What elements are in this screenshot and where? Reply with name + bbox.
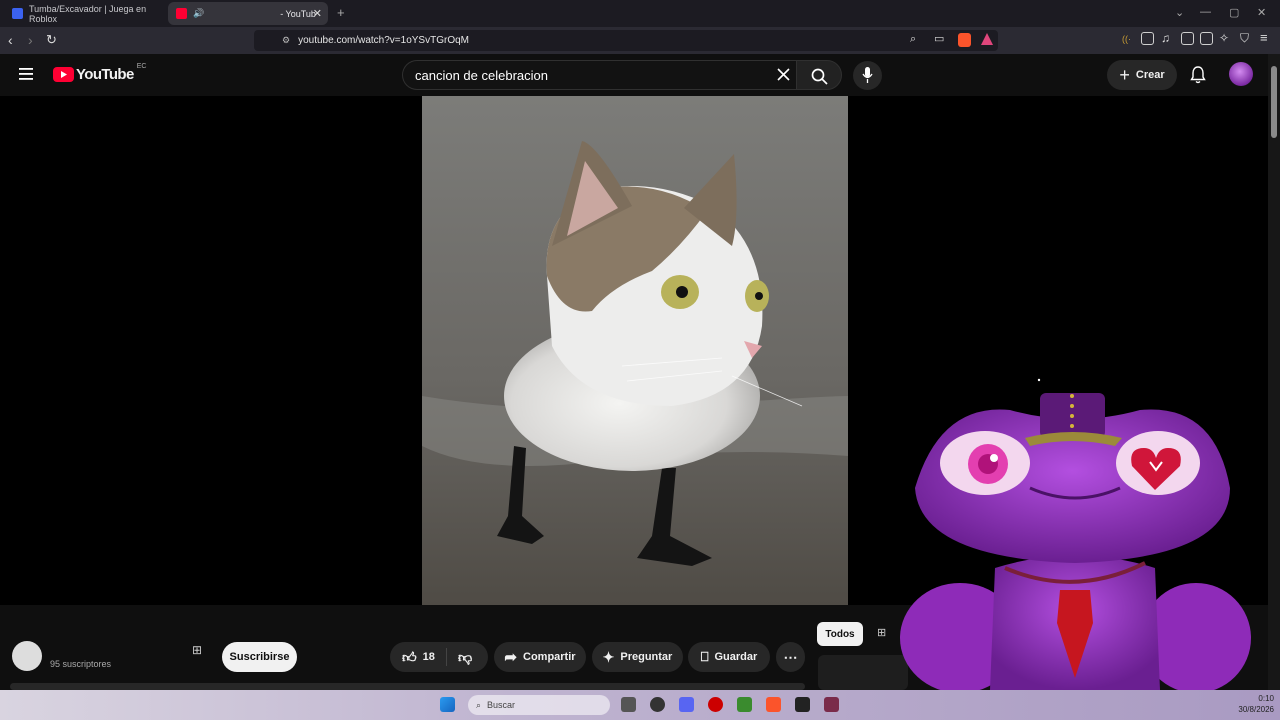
- minimize-icon[interactable]: —: [1200, 6, 1211, 18]
- zoom-icon[interactable]: ⌕: [910, 33, 916, 46]
- like-divider: [446, 648, 447, 666]
- wallet-icon[interactable]: [1200, 32, 1213, 45]
- menu-icon[interactable]: ≡: [1260, 30, 1268, 45]
- tab-title: - YouTub: [280, 8, 316, 19]
- address-bar[interactable]: ⚙ youtube.com/watch?v=1oYSvTGrOqM ⌕ ▭: [254, 30, 998, 51]
- extensions-icon[interactable]: [1141, 32, 1154, 45]
- maximize-icon[interactable]: ▢: [1229, 6, 1239, 19]
- like-dislike-group: 👍︎ 18 👎︎: [390, 642, 488, 672]
- sidebar-icon[interactable]: [1181, 32, 1194, 45]
- audio-extension-icon[interactable]: ((·: [1122, 34, 1131, 44]
- youtube-logo[interactable]: YouTube EC: [53, 63, 147, 83]
- discord-icon[interactable]: [679, 697, 694, 712]
- cat-bird-image: [422, 96, 848, 605]
- like-count[interactable]: 18: [423, 651, 435, 663]
- cast-icon[interactable]: ▭: [934, 32, 944, 45]
- taskbar-search-placeholder: Buscar: [487, 700, 516, 710]
- share-label: Compartir: [523, 651, 576, 663]
- speaker-icon[interactable]: 🔊: [193, 8, 204, 19]
- subscribe-button[interactable]: Suscribirse: [222, 642, 297, 672]
- new-tab-icon[interactable]: +: [337, 5, 345, 20]
- scrollbar-thumb[interactable]: [1271, 66, 1277, 138]
- brave-taskbar-icon[interactable]: [766, 697, 781, 712]
- roblox-favicon-icon: [12, 8, 23, 19]
- taskbar-search-icon: ⌕: [476, 699, 482, 710]
- comment-strip: [10, 683, 805, 690]
- save-label: Guardar: [714, 651, 758, 663]
- account-avatar[interactable]: [1229, 62, 1253, 86]
- media-icon[interactable]: ♫: [1161, 31, 1170, 45]
- youtube-play-logo-icon: [53, 67, 74, 82]
- search-input[interactable]: cancion de celebracion: [402, 60, 796, 90]
- leo-ai-icon[interactable]: ✧: [1219, 31, 1229, 45]
- subscribe-label: Suscribirse: [229, 651, 290, 663]
- create-button[interactable]: + Crear: [1107, 60, 1177, 90]
- save-button[interactable]: ⎕ Guardar: [688, 642, 770, 672]
- clear-search-icon[interactable]: [777, 68, 790, 81]
- capcut-icon[interactable]: [795, 697, 810, 712]
- video-frame: [422, 96, 848, 605]
- tab-list-icon[interactable]: ⌄: [1175, 6, 1184, 19]
- subscriber-count: 95 suscriptores: [50, 659, 112, 669]
- minecraft-icon[interactable]: [737, 697, 752, 712]
- hamburger-menu-icon[interactable]: [19, 68, 33, 80]
- like-icon[interactable]: 👍︎: [402, 649, 417, 666]
- ask-button[interactable]: ✦ Preguntar: [592, 642, 683, 672]
- sparkle-icon: ✦: [602, 648, 615, 665]
- close-window-icon[interactable]: ✕: [1257, 6, 1266, 19]
- youtube-header: YouTube EC cancion de celebracion + Crea…: [0, 54, 1268, 96]
- frog-avatar-overlay: [900, 378, 1251, 690]
- vtuber-app-icon[interactable]: [824, 697, 839, 712]
- filter-chip-all[interactable]: Todos: [817, 622, 863, 646]
- clock-date[interactable]: 30/8/2026: [1222, 705, 1274, 714]
- search-button[interactable]: [796, 60, 842, 90]
- brave-shields-icon[interactable]: [958, 33, 971, 47]
- more-options-icon: ⋯: [783, 648, 798, 665]
- search-icon: [811, 68, 828, 85]
- filter-chip-icon[interactable]: ⊞: [877, 626, 886, 639]
- page-scrollbar[interactable]: [1268, 54, 1280, 690]
- notifications-bell-icon[interactable]: [1190, 66, 1206, 84]
- brave-rewards-icon[interactable]: [981, 33, 993, 45]
- clock-time[interactable]: 0:10: [1240, 694, 1274, 703]
- back-icon[interactable]: ‹: [8, 31, 13, 49]
- close-tab-icon[interactable]: ✕: [313, 7, 322, 20]
- share-icon: ➦: [504, 649, 517, 666]
- site-info-icon[interactable]: ⚙: [282, 35, 290, 46]
- start-icon[interactable]: [440, 697, 455, 712]
- more-actions-button[interactable]: ⋯: [776, 642, 805, 672]
- plus-icon: +: [1119, 64, 1130, 85]
- windows-taskbar: ⌕ Buscar 0:10 30/8/2026: [0, 690, 1280, 720]
- channel-avatar[interactable]: [12, 641, 42, 671]
- browser-toolbar: ‹ › ↻ 🔖 ⚙ youtube.com/watch?v=1oYSvTGrOq…: [0, 27, 1280, 54]
- reload-icon[interactable]: ↻: [46, 31, 57, 49]
- save-playlist-icon: ⎕: [700, 649, 709, 664]
- members-icon[interactable]: ⊞: [192, 643, 202, 657]
- obs-icon[interactable]: [650, 697, 665, 712]
- browser-tab-strip: Tumba/Excavador | Juega en Roblox 🔊 - Yo…: [0, 0, 1280, 27]
- create-label: Crear: [1135, 69, 1165, 81]
- youtube-wordmark: YouTube: [76, 66, 134, 83]
- recommended-video-thumbnail[interactable]: [818, 655, 908, 690]
- taskbar-search[interactable]: ⌕ Buscar: [468, 695, 610, 715]
- tab-title: Tumba/Excavador | Juega en Roblox: [29, 3, 147, 24]
- tab-youtube[interactable]: 🔊 - YouTub ✕: [168, 2, 328, 25]
- task-view-icon[interactable]: [621, 697, 636, 712]
- red-app-icon[interactable]: [708, 697, 723, 712]
- youtube-favicon-icon: [176, 8, 187, 19]
- ask-label: Preguntar: [620, 651, 673, 663]
- tab-roblox[interactable]: Tumba/Excavador | Juega en Roblox: [4, 2, 164, 25]
- forward-icon[interactable]: ›: [28, 31, 33, 49]
- microphone-icon: [862, 67, 873, 83]
- voice-search-button[interactable]: [853, 61, 882, 90]
- url-text: youtube.com/watch?v=1oYSvTGrOqM: [298, 35, 469, 46]
- share-button[interactable]: ➦ Compartir: [494, 642, 586, 672]
- vpn-icon[interactable]: ⛉: [1240, 31, 1249, 46]
- dislike-icon[interactable]: 👎︎: [458, 649, 472, 666]
- filter-all-label: Todos: [825, 628, 855, 640]
- country-code: EC: [136, 63, 147, 70]
- search-query: cancion de celebracion: [415, 67, 548, 83]
